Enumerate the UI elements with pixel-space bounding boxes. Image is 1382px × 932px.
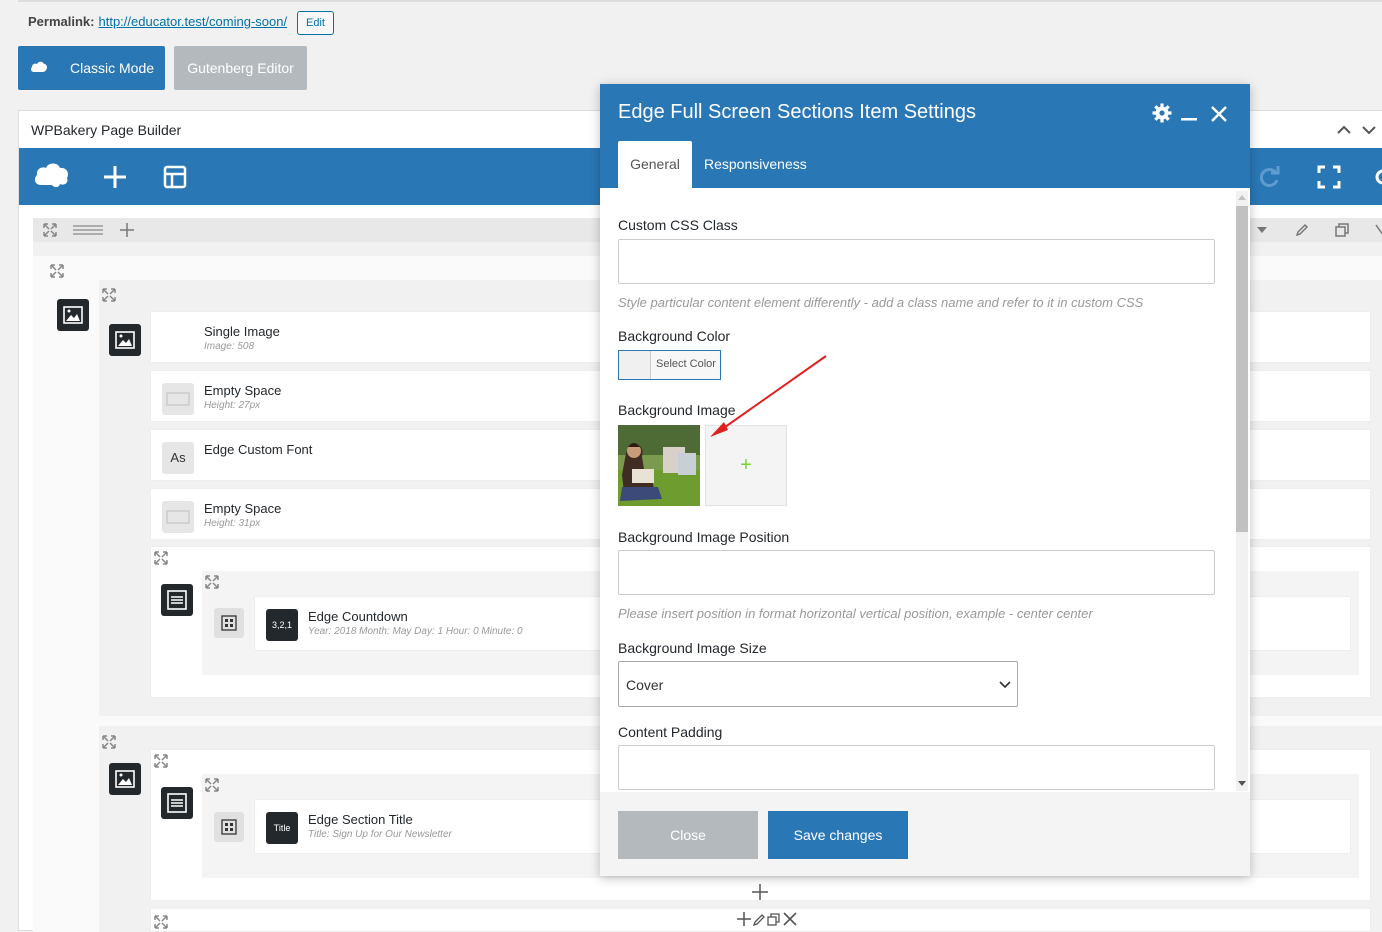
empty-space-icon: [162, 383, 194, 415]
settings-partial-icon[interactable]: [1375, 165, 1382, 189]
empty-space-icon: [162, 501, 194, 533]
gear-icon[interactable]: [1152, 103, 1172, 123]
row-layout-icon: [167, 793, 187, 813]
background-image-size-label: Background Image Size: [618, 640, 767, 656]
expand-icon[interactable]: [154, 551, 168, 565]
expand-icon[interactable]: [102, 735, 116, 749]
permalink-url[interactable]: http://educator.test/coming-soon/: [98, 14, 287, 29]
permalink: Permalink: http://educator.test/coming-so…: [28, 14, 287, 29]
settings-modal: Edge Full Screen Sections Item Settings …: [600, 84, 1250, 876]
classic-mode-button[interactable]: Classic Mode: [18, 46, 165, 90]
gutenberg-editor-button[interactable]: Gutenberg Editor: [174, 46, 307, 90]
element-title: Edge Custom Font: [204, 442, 313, 457]
section-item-icon[interactable]: [109, 324, 141, 356]
modal-body: Custom CSS Class Style particular conten…: [600, 188, 1250, 792]
element-title: Edge Section Title: [308, 812, 413, 827]
close-button[interactable]: Close: [618, 811, 758, 859]
add-element-icon[interactable]: [103, 165, 127, 189]
wpbakery-logo-icon[interactable]: [33, 161, 71, 189]
modal-scrollbar[interactable]: [1236, 191, 1248, 791]
custom-css-class-help: Style particular content element differe…: [618, 295, 1144, 310]
tab-responsiveness[interactable]: Responsiveness: [704, 141, 807, 188]
permalink-label: Permalink:: [28, 14, 95, 29]
image-icon: [115, 770, 135, 788]
cloud-icon: [30, 61, 48, 72]
scroll-up-icon[interactable]: [1238, 194, 1246, 200]
image-icon: [63, 306, 83, 324]
wpbakery-title: WPBakery Page Builder: [31, 122, 182, 138]
color-swatch: [619, 351, 651, 379]
delete-row-icon[interactable]: [1375, 223, 1382, 237]
expand-icon[interactable]: [205, 575, 219, 589]
close-icon[interactable]: [1211, 106, 1227, 122]
background-image-position-help: Please insert position in format horizon…: [618, 606, 1093, 621]
layout-template-icon[interactable]: [163, 165, 187, 189]
row-toggle-icon[interactable]: [1257, 227, 1267, 233]
background-image-thumbnail[interactable]: [618, 425, 700, 506]
element-subtitle: Image: 508: [204, 341, 255, 352]
modal-footer: Close Save changes: [600, 792, 1250, 876]
element-subtitle: Height: 31px: [204, 518, 261, 529]
photo-thumbnail-icon: [618, 425, 700, 506]
expand-icon[interactable]: [50, 264, 64, 278]
chevron-down-icon: [999, 681, 1011, 689]
element-title: Empty Space: [204, 383, 282, 398]
custom-css-class-input[interactable]: [618, 239, 1215, 284]
background-image-size-select[interactable]: Cover: [618, 661, 1018, 707]
expand-icon[interactable]: [154, 915, 168, 929]
redo-icon[interactable]: [1257, 165, 1281, 189]
chevron-down-icon[interactable]: [1362, 125, 1376, 135]
add-row-icon[interactable]: [120, 223, 134, 237]
background-image-size-value: Cover: [626, 677, 664, 693]
grid-icon: [221, 615, 237, 631]
image-icon: [115, 331, 135, 349]
save-changes-button[interactable]: Save changes: [768, 811, 908, 859]
grid-icon: [221, 819, 237, 835]
content-padding-label: Content Padding: [618, 724, 723, 740]
row-icon[interactable]: [161, 584, 193, 616]
background-image-position-label: Background Image Position: [618, 529, 790, 545]
scrollbar-thumb[interactable]: [1236, 206, 1248, 532]
move-icon[interactable]: [43, 223, 57, 237]
modal-header: Edge Full Screen Sections Item Settings …: [600, 84, 1250, 188]
section-item-icon[interactable]: [109, 763, 141, 795]
element-subtitle: Title: Sign Up for Our Newsletter: [308, 829, 452, 840]
chevron-up-icon[interactable]: [1337, 125, 1351, 135]
custom-css-class-label: Custom CSS Class: [618, 217, 738, 233]
column-icon[interactable]: [214, 812, 244, 842]
element-controls-icon[interactable]: [737, 911, 799, 927]
fullscreen-icon[interactable]: [1317, 165, 1341, 189]
tab-general[interactable]: General: [618, 141, 692, 188]
permalink-edit-button[interactable]: Edit: [297, 11, 334, 35]
countdown-icon: 3,2,1: [266, 609, 298, 641]
background-color-label: Background Color: [618, 328, 731, 344]
element-title: Single Image: [204, 324, 280, 339]
top-border: [18, 0, 1382, 2]
column-icon[interactable]: [214, 608, 244, 638]
scroll-down-icon[interactable]: [1238, 781, 1246, 787]
element-subtitle: Height: 27px: [204, 400, 261, 411]
edit-row-icon[interactable]: [1295, 223, 1309, 237]
element-title: Edge Countdown: [308, 609, 408, 624]
row-icon[interactable]: [161, 787, 193, 819]
custom-font-icon: As: [162, 442, 194, 474]
classic-mode-label: Classic Mode: [70, 60, 155, 76]
element-subtitle: Year: 2018 Month: May Day: 1 Hour: 0 Min…: [308, 626, 523, 637]
full-screen-section-icon[interactable]: [57, 299, 89, 331]
minimize-icon[interactable]: [1181, 118, 1197, 122]
row-layout-icon[interactable]: [73, 224, 103, 236]
element-title: Empty Space: [204, 501, 282, 516]
content-padding-input[interactable]: [618, 745, 1215, 790]
section-title-icon: Title: [266, 812, 298, 844]
annotation-arrow-icon: [710, 355, 827, 437]
modal-title: Edge Full Screen Sections Item Settings: [618, 101, 976, 123]
background-image-position-input[interactable]: [618, 550, 1215, 595]
expand-icon[interactable]: [102, 288, 116, 302]
clone-row-icon[interactable]: [1335, 223, 1349, 237]
add-element-icon[interactable]: [752, 884, 768, 900]
expand-icon[interactable]: [154, 754, 168, 768]
row-layout-icon: [167, 590, 187, 610]
expand-icon[interactable]: [205, 778, 219, 792]
